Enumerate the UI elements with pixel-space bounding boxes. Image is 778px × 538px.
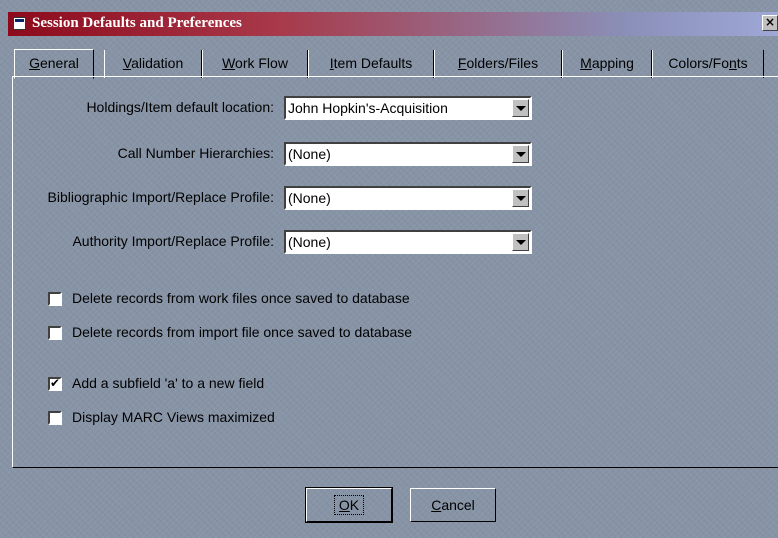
window-icon [13,17,26,30]
bib-import-profile-label: Bibliographic Import/Replace Profile: [47,189,274,205]
tab-strip: General Validation Work Flow Item Defaul… [14,49,774,79]
add-subfield-a-checkbox[interactable]: ✔ [48,376,62,391]
bib-import-profile-value: (None) [288,190,331,206]
delete-import-file-checkbox[interactable] [48,326,62,340]
display-marc-maximized-label: Display MARC Views maximized [72,409,275,425]
ok-button[interactable]: OK [305,487,393,523]
tab-mapping[interactable]: Mapping [562,50,652,78]
call-number-hierarchies-value: (None) [288,146,331,162]
tab-colors-fonts[interactable]: Colors/Fonts [652,50,764,78]
dropdown-arrow-icon[interactable] [512,99,529,117]
authority-import-profile-value: (None) [288,234,331,250]
call-number-hierarchies-label: Call Number Hierarchies: [117,145,274,161]
preferences-dialog: Session Defaults and Preferences × Gener… [0,0,778,538]
tab-folders-files[interactable]: Folders/Files [434,50,562,78]
close-button[interactable]: × [762,15,778,31]
dropdown-arrow-icon[interactable] [512,145,529,163]
bib-import-profile-select[interactable]: (None) [284,186,532,210]
tab-item-defaults[interactable]: Item Defaults [308,50,434,78]
authority-import-profile-select[interactable]: (None) [284,230,532,254]
holdings-location-label: Holdings/Item default location: [86,99,274,115]
tab-validation[interactable]: Validation [104,50,202,78]
dropdown-arrow-icon[interactable] [512,189,529,207]
add-subfield-a-label: Add a subfield 'a' to a new field [72,375,265,391]
window-title: Session Defaults and Preferences [32,15,242,31]
display-marc-maximized-checkbox[interactable] [48,411,62,425]
call-number-hierarchies-select[interactable]: (None) [284,142,532,166]
cancel-button-label: Cancel [431,497,475,513]
holdings-location-value: John Hopkin's-Acquisition [288,100,448,116]
authority-import-profile-label: Authority Import/Replace Profile: [72,233,274,249]
delete-import-file-label: Delete records from import file once sav… [72,324,413,340]
delete-work-files-checkbox[interactable] [48,292,62,306]
holdings-location-select[interactable]: John Hopkin's-Acquisition [284,96,532,120]
cancel-button[interactable]: Cancel [410,488,496,522]
delete-work-files-label: Delete records from work files once save… [72,290,410,306]
dropdown-arrow-icon[interactable] [512,233,529,251]
title-bar[interactable]: Session Defaults and Preferences × [8,12,778,36]
ok-button-label: OK [333,495,365,515]
tab-work-flow[interactable]: Work Flow [202,50,308,78]
tab-general[interactable]: General [14,49,94,79]
checkmark-icon: ✔ [50,376,61,390]
